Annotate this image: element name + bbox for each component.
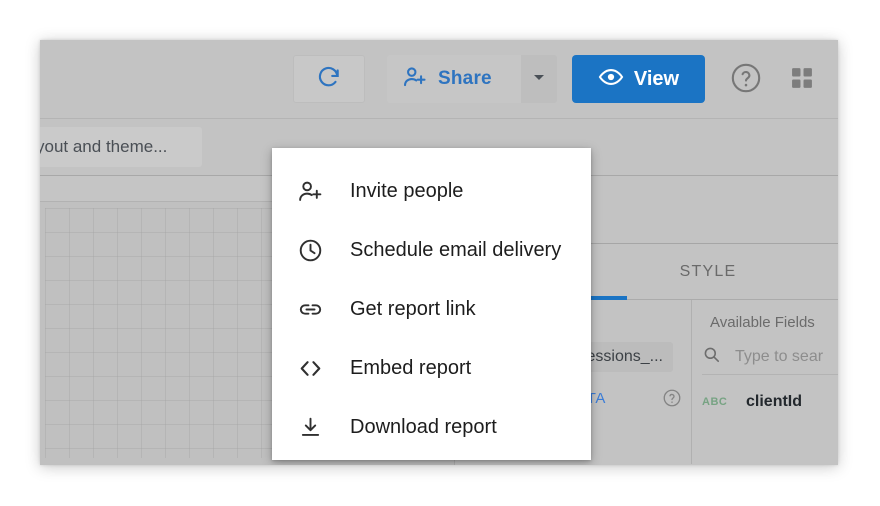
refresh-icon [316, 64, 342, 95]
field-name: clientId [746, 393, 802, 411]
available-fields-title: Available Fields [710, 314, 815, 331]
person-add-icon [294, 178, 326, 205]
menu-item-label: Download report [350, 416, 497, 439]
help-circle-icon[interactable] [662, 388, 682, 413]
available-fields-column: Available Fields Type to sear ABC clien [692, 300, 838, 464]
link-icon [294, 296, 326, 323]
tab-style[interactable]: STYLE [633, 244, 783, 299]
share-button-group[interactable]: Share [387, 55, 557, 103]
menu-item-get-report-link[interactable]: Get report link [272, 280, 591, 339]
menu-item-invite-people[interactable]: Invite people [272, 162, 591, 221]
view-label: View [634, 68, 679, 91]
share-label: Share [438, 68, 492, 90]
share-dropdown-menu[interactable]: Invite people Schedule email delivery [272, 148, 591, 460]
person-add-icon [402, 64, 428, 95]
menu-item-schedule-email-delivery[interactable]: Schedule email delivery [272, 221, 591, 280]
download-icon [294, 414, 326, 441]
field-search-row[interactable]: Type to sear [702, 340, 838, 375]
top-toolbar: Share View [40, 40, 838, 118]
layout-and-theme-label: yout and theme... [40, 137, 167, 157]
app-window: Share View [40, 40, 838, 465]
apps-grid-icon [788, 64, 816, 97]
menu-top-spacer [272, 148, 591, 162]
view-button[interactable]: View [572, 55, 705, 103]
search-icon [702, 345, 721, 369]
clock-icon [294, 237, 326, 264]
share-button[interactable]: Share [387, 55, 521, 103]
menu-item-label: Invite people [350, 180, 463, 203]
list-item[interactable]: ABC clientId [702, 388, 838, 416]
help-circle-icon [729, 61, 763, 100]
menu-bottom-spacer [272, 457, 591, 465]
help-button[interactable] [728, 62, 764, 98]
share-dropdown-toggle[interactable] [521, 55, 557, 103]
menu-item-embed-report[interactable]: Embed report [272, 339, 591, 398]
code-brackets-icon [294, 355, 326, 382]
screenshot-frame: Share View [0, 0, 880, 506]
eye-icon [598, 64, 624, 95]
layout-and-theme-button[interactable]: yout and theme... [40, 127, 202, 167]
chevron-down-icon [531, 69, 547, 90]
refresh-button[interactable] [293, 55, 365, 103]
field-type-badge: ABC [702, 396, 732, 408]
field-search-input[interactable]: Type to sear [735, 348, 823, 366]
menu-item-label: Embed report [350, 357, 471, 380]
apps-grid-button[interactable] [784, 62, 820, 98]
menu-item-label: Get report link [350, 298, 476, 321]
menu-item-label: Schedule email delivery [350, 239, 561, 262]
menu-item-download-report[interactable]: Download report [272, 398, 591, 457]
